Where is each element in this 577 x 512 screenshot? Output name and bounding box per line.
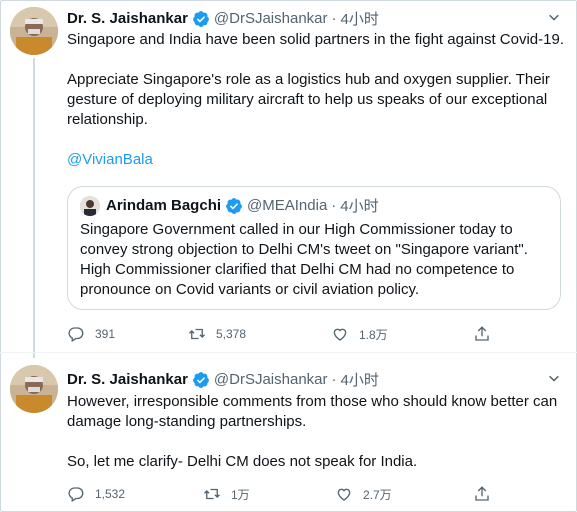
- separator-dot: ·: [331, 197, 337, 214]
- tweet-action-bar: 391 5,378 1.8万: [67, 325, 491, 343]
- verified-badge-icon: [226, 197, 242, 214]
- quote-author-name: Arindam Bagchi: [106, 197, 222, 214]
- share-button[interactable]: [473, 485, 491, 503]
- chevron-down-icon[interactable]: [545, 9, 563, 27]
- tweet-paragraph: However, irresponsible comments from tho…: [67, 393, 558, 430]
- tweet-paragraph: Singapore and India have been solid part…: [67, 31, 564, 48]
- quote-timestamp: 4小时: [340, 198, 379, 215]
- tweet-body: However, irresponsible comments from tho…: [67, 392, 567, 472]
- tweet-action-bar: 1,532 1万 2.7万: [67, 485, 491, 503]
- share-button[interactable]: [473, 325, 491, 343]
- like-icon: [337, 488, 351, 501]
- tweet-body: Singapore and India have been solid part…: [67, 30, 567, 170]
- retweet-icon: [189, 328, 205, 340]
- tweet-timestamp[interactable]: 4小时: [341, 369, 379, 390]
- tweet-paragraph: So, let me clarify- Delhi CM does not sp…: [67, 453, 418, 470]
- author-avatar[interactable]: [10, 365, 58, 413]
- retweet-button[interactable]: 5,378: [188, 325, 331, 343]
- author-name[interactable]: Dr. S. Jaishankar: [67, 10, 188, 27]
- thread-connector-line: [33, 58, 35, 358]
- quote-body: Singapore Government called in our High …: [80, 221, 528, 298]
- separator-dot: ·: [331, 10, 337, 27]
- reply-button[interactable]: 391: [67, 325, 188, 343]
- like-icon: [333, 328, 347, 341]
- chevron-down-icon[interactable]: [545, 370, 563, 388]
- like-count: 1.8万: [359, 327, 388, 342]
- reply-icon: [68, 487, 84, 502]
- quote-author-avatar[interactable]: [80, 196, 100, 216]
- reply-button[interactable]: 1,532: [67, 485, 203, 503]
- author-handle[interactable]: @DrSJaishankar: [214, 371, 328, 388]
- quoted-tweet-card[interactable]: Arindam Bagchi @MEAIndia · 4小时 Singapore…: [67, 186, 561, 310]
- reply-count: 1,532: [95, 487, 126, 501]
- tweet-divider: [0, 352, 577, 353]
- verified-badge-icon: [193, 10, 209, 27]
- retweet-count: 5,378: [216, 327, 247, 341]
- tweet-paragraph: Appreciate Singapore's role as a logisti…: [67, 71, 550, 128]
- quote-author-handle: @MEAIndia: [247, 197, 328, 214]
- quote-header: Arindam Bagchi @MEAIndia · 4小时: [106, 195, 379, 216]
- author-name[interactable]: Dr. S. Jaishankar: [67, 371, 188, 388]
- retweet-count: 1万: [231, 487, 250, 502]
- mention-link[interactable]: @VivianBala: [67, 150, 567, 170]
- share-icon: [475, 326, 489, 341]
- verified-badge-icon: [193, 371, 209, 388]
- author-handle[interactable]: @DrSJaishankar: [214, 10, 328, 27]
- like-button[interactable]: 2.7万: [335, 485, 473, 503]
- author-avatar[interactable]: [10, 7, 58, 55]
- reply-count: 391: [95, 327, 116, 341]
- retweet-button[interactable]: 1万: [203, 485, 335, 503]
- tweet-header: Dr. S. Jaishankar @DrSJaishankar · 4小时: [67, 369, 379, 390]
- tweet-header: Dr. S. Jaishankar @DrSJaishankar · 4小时: [67, 8, 379, 29]
- separator-dot: ·: [331, 371, 337, 388]
- reply-icon: [68, 327, 84, 342]
- share-icon: [475, 486, 489, 501]
- like-button[interactable]: 1.8万: [331, 325, 473, 343]
- retweet-icon: [204, 488, 220, 500]
- tweet-timestamp[interactable]: 4小时: [341, 8, 379, 29]
- like-count: 2.7万: [363, 487, 392, 502]
